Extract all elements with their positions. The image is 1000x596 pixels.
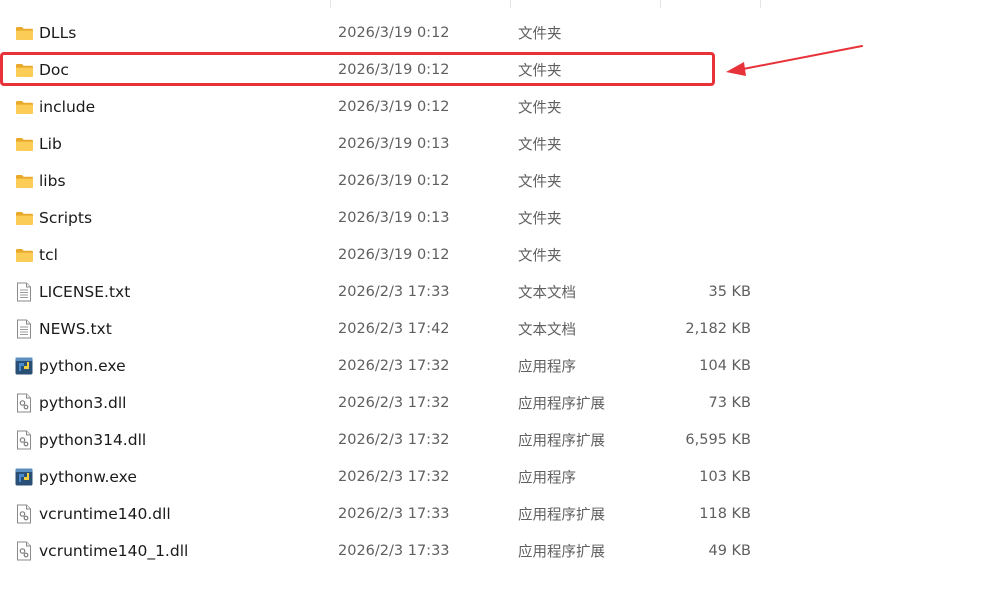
file-type: 应用程序扩展 [518,396,605,412]
file-type: 应用程序 [518,359,576,375]
folder-icon [14,245,34,265]
file-date-modified: 2026/2/3 17:33 [338,542,450,559]
file-name: DLLs [39,23,77,42]
file-size: 35 KB [708,283,751,300]
file-size: 2,182 KB [685,320,751,337]
file-type: 文件夹 [518,174,562,190]
file-row-vcruntime140-dll[interactable]: vcruntime140.dll 2026/2/3 17:33 应用程序扩展 1… [0,495,1000,532]
file-date-modified: 2026/3/19 0:12 [338,246,450,263]
file-date-modified: 2026/2/3 17:33 [338,283,450,300]
folder-icon [14,23,34,43]
file-row-scripts[interactable]: Scripts 2026/3/19 0:13 文件夹 [0,199,1000,236]
file-name: libs [39,171,66,190]
column-separator[interactable] [330,0,331,8]
file-type: 文件夹 [518,137,562,153]
file-type: 应用程序扩展 [518,507,605,523]
file-row-python314-dll[interactable]: python314.dll 2026/2/3 17:32 应用程序扩展 6,59… [0,421,1000,458]
file-name: python.exe [39,356,126,375]
file-type: 文件夹 [518,63,562,79]
file-name: include [39,97,96,116]
file-type: 文件夹 [518,100,562,116]
file-size: 6,595 KB [685,431,751,448]
file-name: pythonw.exe [39,467,137,486]
file-size: 104 KB [699,357,751,374]
file-row-python-exe[interactable]: python.exe 2026/2/3 17:32 应用程序 104 KB [0,347,1000,384]
file-name: tcl [39,245,58,264]
file-type: 文本文档 [518,322,576,338]
file-explorer-view: DLLs 2026/3/19 0:12 文件夹 Doc 2026/3/19 0:… [0,0,1000,596]
file-size: 49 KB [708,542,751,559]
text-file-icon [14,319,34,339]
folder-icon [14,97,34,117]
file-type: 应用程序扩展 [518,544,605,560]
dll-file-icon [14,430,34,450]
python-exe-icon [14,467,34,487]
file-date-modified: 2026/3/19 0:12 [338,24,450,41]
file-row-news-txt[interactable]: NEWS.txt 2026/2/3 17:42 文本文档 2,182 KB [0,310,1000,347]
file-date-modified: 2026/3/19 0:12 [338,172,450,189]
file-type: 文件夹 [518,211,562,227]
text-file-icon [14,282,34,302]
file-row-license-txt[interactable]: LICENSE.txt 2026/2/3 17:33 文本文档 35 KB [0,273,1000,310]
folder-icon [14,208,34,228]
file-type: 文件夹 [518,248,562,264]
file-row-vcruntime140-1-dll[interactable]: vcruntime140_1.dll 2026/2/3 17:33 应用程序扩展… [0,532,1000,569]
file-row-lib[interactable]: Lib 2026/3/19 0:13 文件夹 [0,125,1000,162]
file-date-modified: 2026/3/19 0:13 [338,135,450,152]
file-date-modified: 2026/2/3 17:32 [338,394,450,411]
file-date-modified: 2026/2/3 17:32 [338,431,450,448]
file-name: python314.dll [39,430,147,449]
file-date-modified: 2026/3/19 0:12 [338,98,450,115]
dll-file-icon [14,393,34,413]
column-separator[interactable] [510,0,511,8]
file-name: NEWS.txt [39,319,112,338]
folder-icon [14,134,34,154]
file-date-modified: 2026/2/3 17:32 [338,468,450,485]
python-exe-icon [14,356,34,376]
file-size: 103 KB [699,468,751,485]
file-date-modified: 2026/3/19 0:13 [338,209,450,226]
file-type: 应用程序扩展 [518,433,605,449]
file-row-dlls[interactable]: DLLs 2026/3/19 0:12 文件夹 [0,14,1000,51]
file-size: 118 KB [699,505,751,522]
file-type: 应用程序 [518,470,576,486]
file-row-tcl[interactable]: tcl 2026/3/19 0:12 文件夹 [0,236,1000,273]
file-type: 文本文档 [518,285,576,301]
file-list: DLLs 2026/3/19 0:12 文件夹 Doc 2026/3/19 0:… [0,14,1000,569]
dll-file-icon [14,504,34,524]
file-row-python3-dll[interactable]: python3.dll 2026/2/3 17:32 应用程序扩展 73 KB [0,384,1000,421]
file-name: Doc [39,60,69,79]
file-name: Lib [39,134,62,153]
file-name: LICENSE.txt [39,282,131,301]
file-row-doc[interactable]: Doc 2026/3/19 0:12 文件夹 [0,51,1000,88]
file-name: python3.dll [39,393,127,412]
file-name: vcruntime140.dll [39,504,171,523]
file-date-modified: 2026/2/3 17:32 [338,357,450,374]
column-separator[interactable] [660,0,661,8]
column-separator[interactable] [760,0,761,8]
file-row-pythonw-exe[interactable]: pythonw.exe 2026/2/3 17:32 应用程序 103 KB [0,458,1000,495]
file-row-libs[interactable]: libs 2026/3/19 0:12 文件夹 [0,162,1000,199]
file-date-modified: 2026/3/19 0:12 [338,61,450,78]
file-name: vcruntime140_1.dll [39,541,189,560]
folder-icon [14,171,34,191]
file-date-modified: 2026/2/3 17:33 [338,505,450,522]
file-size: 73 KB [708,394,751,411]
file-row-include[interactable]: include 2026/3/19 0:12 文件夹 [0,88,1000,125]
folder-icon [14,60,34,80]
file-name: Scripts [39,208,93,227]
file-date-modified: 2026/2/3 17:42 [338,320,450,337]
file-type: 文件夹 [518,26,562,42]
dll-file-icon [14,541,34,561]
